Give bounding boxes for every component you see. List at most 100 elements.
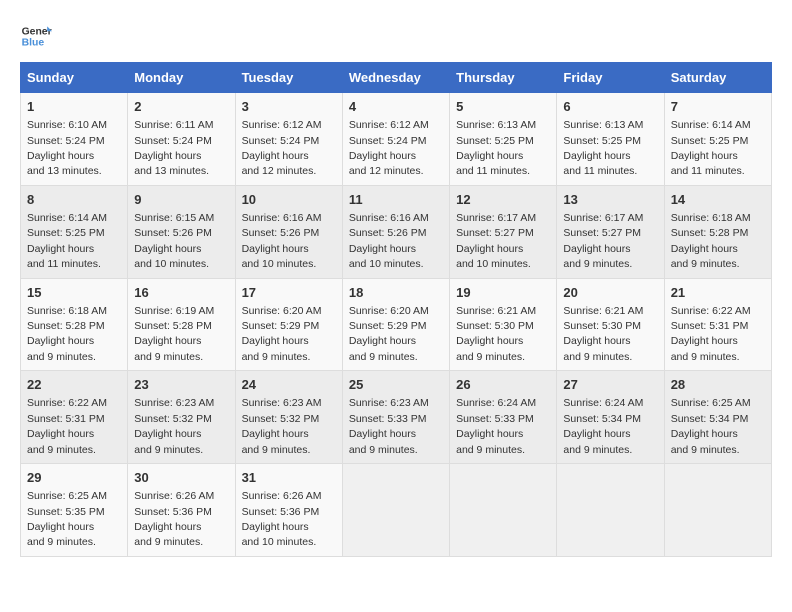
day-number: 30	[134, 469, 228, 487]
day-number: 7	[671, 98, 765, 116]
day-number: 16	[134, 284, 228, 302]
calendar-cell: 19 Sunrise: 6:21 AMSunset: 5:30 PMDayligh…	[450, 278, 557, 371]
calendar-cell: 8 Sunrise: 6:14 AMSunset: 5:25 PMDaylight…	[21, 185, 128, 278]
calendar-cell	[557, 464, 664, 557]
cell-details: Sunrise: 6:25 AMSunset: 5:35 PMDaylight …	[27, 490, 107, 548]
calendar-cell: 28 Sunrise: 6:25 AMSunset: 5:34 PMDayligh…	[664, 371, 771, 464]
cell-details: Sunrise: 6:16 AMSunset: 5:26 PMDaylight …	[242, 212, 322, 270]
day-number: 1	[27, 98, 121, 116]
day-number: 5	[456, 98, 550, 116]
calendar-week-row: 29 Sunrise: 6:25 AMSunset: 5:35 PMDayligh…	[21, 464, 772, 557]
calendar-cell: 16Sunrise: 6:19 AMSunset: 5:28 PMDayligh…	[128, 278, 235, 371]
calendar-cell: 26 Sunrise: 6:24 AMSunset: 5:33 PMDayligh…	[450, 371, 557, 464]
day-number: 8	[27, 191, 121, 209]
calendar-cell: 10 Sunrise: 6:16 AMSunset: 5:26 PMDayligh…	[235, 185, 342, 278]
calendar-cell: 1 Sunrise: 6:10 AMSunset: 5:24 PMDaylight…	[21, 93, 128, 186]
day-number: 29	[27, 469, 121, 487]
header-sunday: Sunday	[21, 63, 128, 93]
calendar-cell: 9 Sunrise: 6:15 AMSunset: 5:26 PMDaylight…	[128, 185, 235, 278]
day-number: 3	[242, 98, 336, 116]
calendar-cell: 4 Sunrise: 6:12 AMSunset: 5:24 PMDaylight…	[342, 93, 449, 186]
calendar-cell: 17 Sunrise: 6:20 AMSunset: 5:29 PMDayligh…	[235, 278, 342, 371]
day-number: 28	[671, 376, 765, 394]
cell-details: Sunrise: 6:26 AMSunset: 5:36 PMDaylight …	[134, 490, 214, 548]
calendar-cell: 14Sunrise: 6:18 AMSunset: 5:28 PMDayligh…	[664, 185, 771, 278]
calendar-week-row: 15Sunrise: 6:18 AMSunset: 5:28 PMDayligh…	[21, 278, 772, 371]
cell-details: Sunrise: 6:20 AMSunset: 5:29 PMDaylight …	[349, 305, 429, 363]
cell-details: Sunrise: 6:11 AMSunset: 5:24 PMDaylight …	[134, 119, 213, 177]
cell-details: Sunrise: 6:17 AMSunset: 5:27 PMDaylight …	[563, 212, 643, 270]
cell-details: Sunrise: 6:26 AMSunset: 5:36 PMDaylight …	[242, 490, 322, 548]
cell-details: Sunrise: 6:12 AMSunset: 5:24 PMDaylight …	[242, 119, 322, 177]
day-number: 14	[671, 191, 765, 209]
calendar-cell: 2 Sunrise: 6:11 AMSunset: 5:24 PMDaylight…	[128, 93, 235, 186]
calendar-week-row: 22 Sunrise: 6:22 AMSunset: 5:31 PMDayligh…	[21, 371, 772, 464]
calendar-cell: 31Sunrise: 6:26 AMSunset: 5:36 PMDayligh…	[235, 464, 342, 557]
calendar-cell: 30 Sunrise: 6:26 AMSunset: 5:36 PMDayligh…	[128, 464, 235, 557]
calendar-cell: 18 Sunrise: 6:20 AMSunset: 5:29 PMDayligh…	[342, 278, 449, 371]
calendar-cell: 21Sunrise: 6:22 AMSunset: 5:31 PMDayligh…	[664, 278, 771, 371]
header: General Blue	[20, 20, 772, 52]
day-number: 27	[563, 376, 657, 394]
day-number: 6	[563, 98, 657, 116]
calendar-cell: 23 Sunrise: 6:23 AMSunset: 5:32 PMDayligh…	[128, 371, 235, 464]
cell-details: Sunrise: 6:14 AMSunset: 5:25 PMDaylight …	[27, 212, 107, 270]
header-friday: Friday	[557, 63, 664, 93]
cell-details: Sunrise: 6:23 AMSunset: 5:33 PMDaylight …	[349, 397, 429, 455]
cell-details: Sunrise: 6:21 AMSunset: 5:30 PMDaylight …	[563, 305, 643, 363]
calendar-cell: 29 Sunrise: 6:25 AMSunset: 5:35 PMDayligh…	[21, 464, 128, 557]
day-number: 26	[456, 376, 550, 394]
header-tuesday: Tuesday	[235, 63, 342, 93]
day-number: 24	[242, 376, 336, 394]
cell-details: Sunrise: 6:22 AMSunset: 5:31 PMDaylight …	[27, 397, 107, 455]
header-wednesday: Wednesday	[342, 63, 449, 93]
calendar-header-row: Sunday Monday Tuesday Wednesday Thursday…	[21, 63, 772, 93]
day-number: 13	[563, 191, 657, 209]
day-number: 17	[242, 284, 336, 302]
cell-details: Sunrise: 6:21 AMSunset: 5:30 PMDaylight …	[456, 305, 536, 363]
cell-details: Sunrise: 6:23 AMSunset: 5:32 PMDaylight …	[242, 397, 322, 455]
day-number: 2	[134, 98, 228, 116]
cell-details: Sunrise: 6:23 AMSunset: 5:32 PMDaylight …	[134, 397, 214, 455]
cell-details: Sunrise: 6:15 AMSunset: 5:26 PMDaylight …	[134, 212, 214, 270]
day-number: 12	[456, 191, 550, 209]
calendar-cell	[450, 464, 557, 557]
day-number: 4	[349, 98, 443, 116]
cell-details: Sunrise: 6:10 AMSunset: 5:24 PMDaylight …	[27, 119, 107, 177]
day-number: 19	[456, 284, 550, 302]
calendar-cell: 27Sunrise: 6:24 AMSunset: 5:34 PMDayligh…	[557, 371, 664, 464]
svg-text:Blue: Blue	[22, 38, 45, 49]
day-number: 15	[27, 284, 121, 302]
calendar-cell: 5 Sunrise: 6:13 AMSunset: 5:25 PMDaylight…	[450, 93, 557, 186]
day-number: 9	[134, 191, 228, 209]
header-saturday: Saturday	[664, 63, 771, 93]
day-number: 22	[27, 376, 121, 394]
calendar-cell: 25 Sunrise: 6:23 AMSunset: 5:33 PMDayligh…	[342, 371, 449, 464]
calendar-cell: 3 Sunrise: 6:12 AMSunset: 5:24 PMDaylight…	[235, 93, 342, 186]
cell-details: Sunrise: 6:16 AMSunset: 5:26 PMDaylight …	[349, 212, 429, 270]
cell-details: Sunrise: 6:13 AMSunset: 5:25 PMDaylight …	[456, 119, 536, 177]
cell-details: Sunrise: 6:25 AMSunset: 5:34 PMDaylight …	[671, 397, 751, 455]
cell-details: Sunrise: 6:13 AMSunset: 5:25 PMDaylight …	[563, 119, 643, 177]
calendar-cell: 24 Sunrise: 6:23 AMSunset: 5:32 PMDayligh…	[235, 371, 342, 464]
calendar-cell	[664, 464, 771, 557]
cell-details: Sunrise: 6:20 AMSunset: 5:29 PMDaylight …	[242, 305, 322, 363]
day-number: 10	[242, 191, 336, 209]
calendar-cell: 12Sunrise: 6:17 AMSunset: 5:27 PMDayligh…	[450, 185, 557, 278]
day-number: 11	[349, 191, 443, 209]
day-number: 18	[349, 284, 443, 302]
day-number: 21	[671, 284, 765, 302]
calendar-week-row: 8 Sunrise: 6:14 AMSunset: 5:25 PMDaylight…	[21, 185, 772, 278]
calendar-cell: 13 Sunrise: 6:17 AMSunset: 5:27 PMDayligh…	[557, 185, 664, 278]
cell-details: Sunrise: 6:12 AMSunset: 5:24 PMDaylight …	[349, 119, 429, 177]
calendar-cell: 7 Sunrise: 6:14 AMSunset: 5:25 PMDaylight…	[664, 93, 771, 186]
day-number: 23	[134, 376, 228, 394]
header-monday: Monday	[128, 63, 235, 93]
calendar-cell: 20Sunrise: 6:21 AMSunset: 5:30 PMDayligh…	[557, 278, 664, 371]
calendar-cell: 6 Sunrise: 6:13 AMSunset: 5:25 PMDaylight…	[557, 93, 664, 186]
cell-details: Sunrise: 6:14 AMSunset: 5:25 PMDaylight …	[671, 119, 751, 177]
day-number: 25	[349, 376, 443, 394]
calendar-cell: 22 Sunrise: 6:22 AMSunset: 5:31 PMDayligh…	[21, 371, 128, 464]
cell-details: Sunrise: 6:24 AMSunset: 5:33 PMDaylight …	[456, 397, 536, 455]
calendar-cell: 15Sunrise: 6:18 AMSunset: 5:28 PMDayligh…	[21, 278, 128, 371]
